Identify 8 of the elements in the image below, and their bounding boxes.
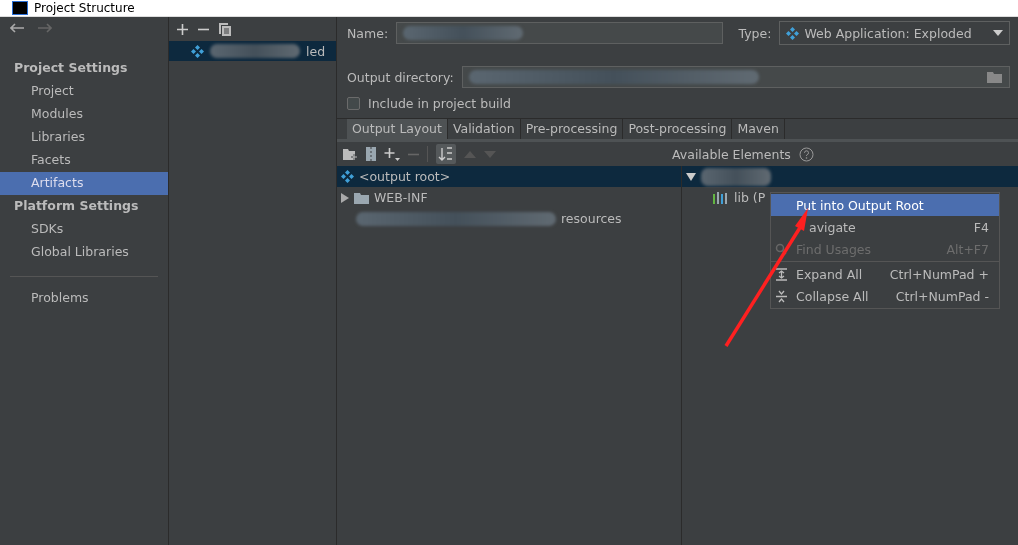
checkbox-label: Include in project build: [368, 95, 511, 111]
output-directory-label: Output directory:: [347, 69, 454, 85]
name-label: Name:: [347, 25, 389, 41]
window-title: Project Structure: [34, 1, 135, 15]
available-elements-label: Available Elements: [672, 146, 791, 162]
type-label: Type:: [738, 25, 772, 41]
section-header: Project Settings: [13, 59, 129, 77]
section-header: Platform Settings: [13, 197, 140, 215]
